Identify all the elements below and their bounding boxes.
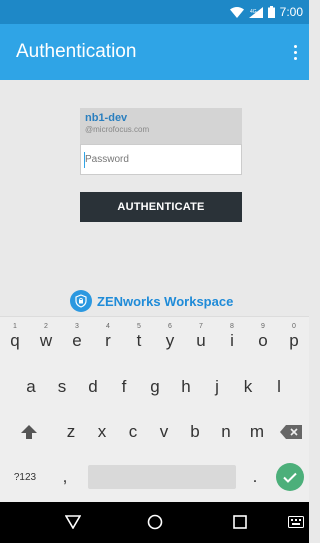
keyboard-row-1: 1q 2w 3e 4r 5t 6y 7u 8i 9o 0p	[0, 321, 309, 361]
key-comma[interactable]: ,	[50, 457, 80, 497]
key-o[interactable]: 9o	[248, 321, 278, 361]
key-hint: 5	[137, 323, 141, 330]
password-input[interactable]	[81, 145, 241, 174]
key-label: o	[258, 331, 268, 350]
key-z[interactable]: z	[56, 412, 86, 452]
key-label: r	[105, 331, 111, 350]
key-label: t	[136, 331, 142, 350]
key-label: i	[230, 331, 234, 350]
key-label: p	[289, 331, 299, 350]
key-c[interactable]: c	[118, 412, 148, 452]
nav-back-icon[interactable]	[61, 510, 85, 534]
key-w[interactable]: 2w	[31, 321, 61, 361]
authenticate-button[interactable]: AUTHENTICATE	[80, 192, 242, 222]
key-r[interactable]: 4r	[93, 321, 123, 361]
keyboard-switch-icon[interactable]	[284, 510, 308, 534]
key-label: q	[10, 331, 20, 350]
key-y[interactable]: 6y	[155, 321, 185, 361]
keyboard-row-3: z x c v b n m	[0, 412, 309, 452]
brand-name: ZENworks Workspace	[97, 293, 234, 309]
brand-logo-row: ZENworks Workspace	[70, 286, 233, 316]
shift-icon[interactable]	[14, 412, 44, 452]
battery-icon	[267, 6, 275, 18]
keyboard-row-4: ?123 , .	[0, 457, 309, 497]
key-hint: 2	[44, 323, 48, 330]
key-p[interactable]: 0p	[279, 321, 309, 361]
nav-recents-icon[interactable]	[228, 510, 252, 534]
key-q[interactable]: 1q	[0, 321, 30, 361]
key-hint: 9	[261, 323, 265, 330]
auth-content: nb1-dev @microfocus.com AUTHENTICATE ZEN…	[0, 80, 309, 316]
text-cursor	[84, 152, 85, 168]
soft-keyboard: 1q 2w 3e 4r 5t 6y 7u 8i 9o 0p a s d f g …	[0, 316, 309, 503]
key-period[interactable]: .	[240, 457, 270, 497]
password-field[interactable]	[80, 144, 242, 175]
symbols-key[interactable]: ?123	[8, 457, 42, 497]
key-label: y	[165, 331, 175, 350]
app-bar: Authentication	[0, 24, 309, 80]
key-s[interactable]: s	[47, 367, 77, 407]
key-g[interactable]: g	[140, 367, 170, 407]
key-i[interactable]: 8i	[217, 321, 247, 361]
shield-lock-icon	[70, 290, 92, 312]
enter-check-icon[interactable]	[276, 463, 304, 491]
navigation-bar	[0, 502, 309, 543]
key-a[interactable]: a	[16, 367, 46, 407]
key-x[interactable]: x	[87, 412, 117, 452]
key-j[interactable]: j	[202, 367, 232, 407]
key-hint: 4	[106, 323, 110, 330]
key-m[interactable]: m	[242, 412, 272, 452]
nav-home-icon[interactable]	[143, 510, 167, 534]
page-title: Authentication	[16, 41, 137, 62]
key-l[interactable]: l	[264, 367, 294, 407]
key-hint: 6	[168, 323, 172, 330]
account-card: nb1-dev @microfocus.com	[80, 108, 242, 144]
status-bar: 4G 7:00	[0, 0, 309, 24]
key-v[interactable]: v	[149, 412, 179, 452]
key-u[interactable]: 7u	[186, 321, 216, 361]
key-label: u	[196, 331, 206, 350]
network-type-label: 4G	[250, 9, 257, 15]
space-bar[interactable]	[88, 465, 236, 489]
key-n[interactable]: n	[211, 412, 241, 452]
account-user: nb1-dev	[85, 112, 128, 124]
key-hint: 1	[13, 323, 17, 330]
key-k[interactable]: k	[233, 367, 263, 407]
keyboard-row-2: a s d f g h j k l	[0, 367, 309, 407]
more-vert-icon[interactable]	[289, 38, 301, 66]
key-label: w	[39, 331, 53, 350]
wifi-icon	[229, 6, 244, 18]
account-domain: @microfocus.com	[85, 125, 150, 134]
key-label: e	[72, 331, 82, 350]
key-e[interactable]: 3e	[62, 321, 92, 361]
key-f[interactable]: f	[109, 367, 139, 407]
key-hint: 7	[199, 323, 203, 330]
key-hint: 8	[230, 323, 234, 330]
key-h[interactable]: h	[171, 367, 201, 407]
key-d[interactable]: d	[78, 367, 108, 407]
status-time: 7:00	[279, 5, 303, 19]
key-b[interactable]: b	[180, 412, 210, 452]
key-hint: 3	[75, 323, 79, 330]
signal-icon: 4G	[248, 6, 263, 18]
key-t[interactable]: 5t	[124, 321, 154, 361]
backspace-icon[interactable]	[276, 412, 306, 452]
key-hint: 0	[292, 323, 296, 330]
